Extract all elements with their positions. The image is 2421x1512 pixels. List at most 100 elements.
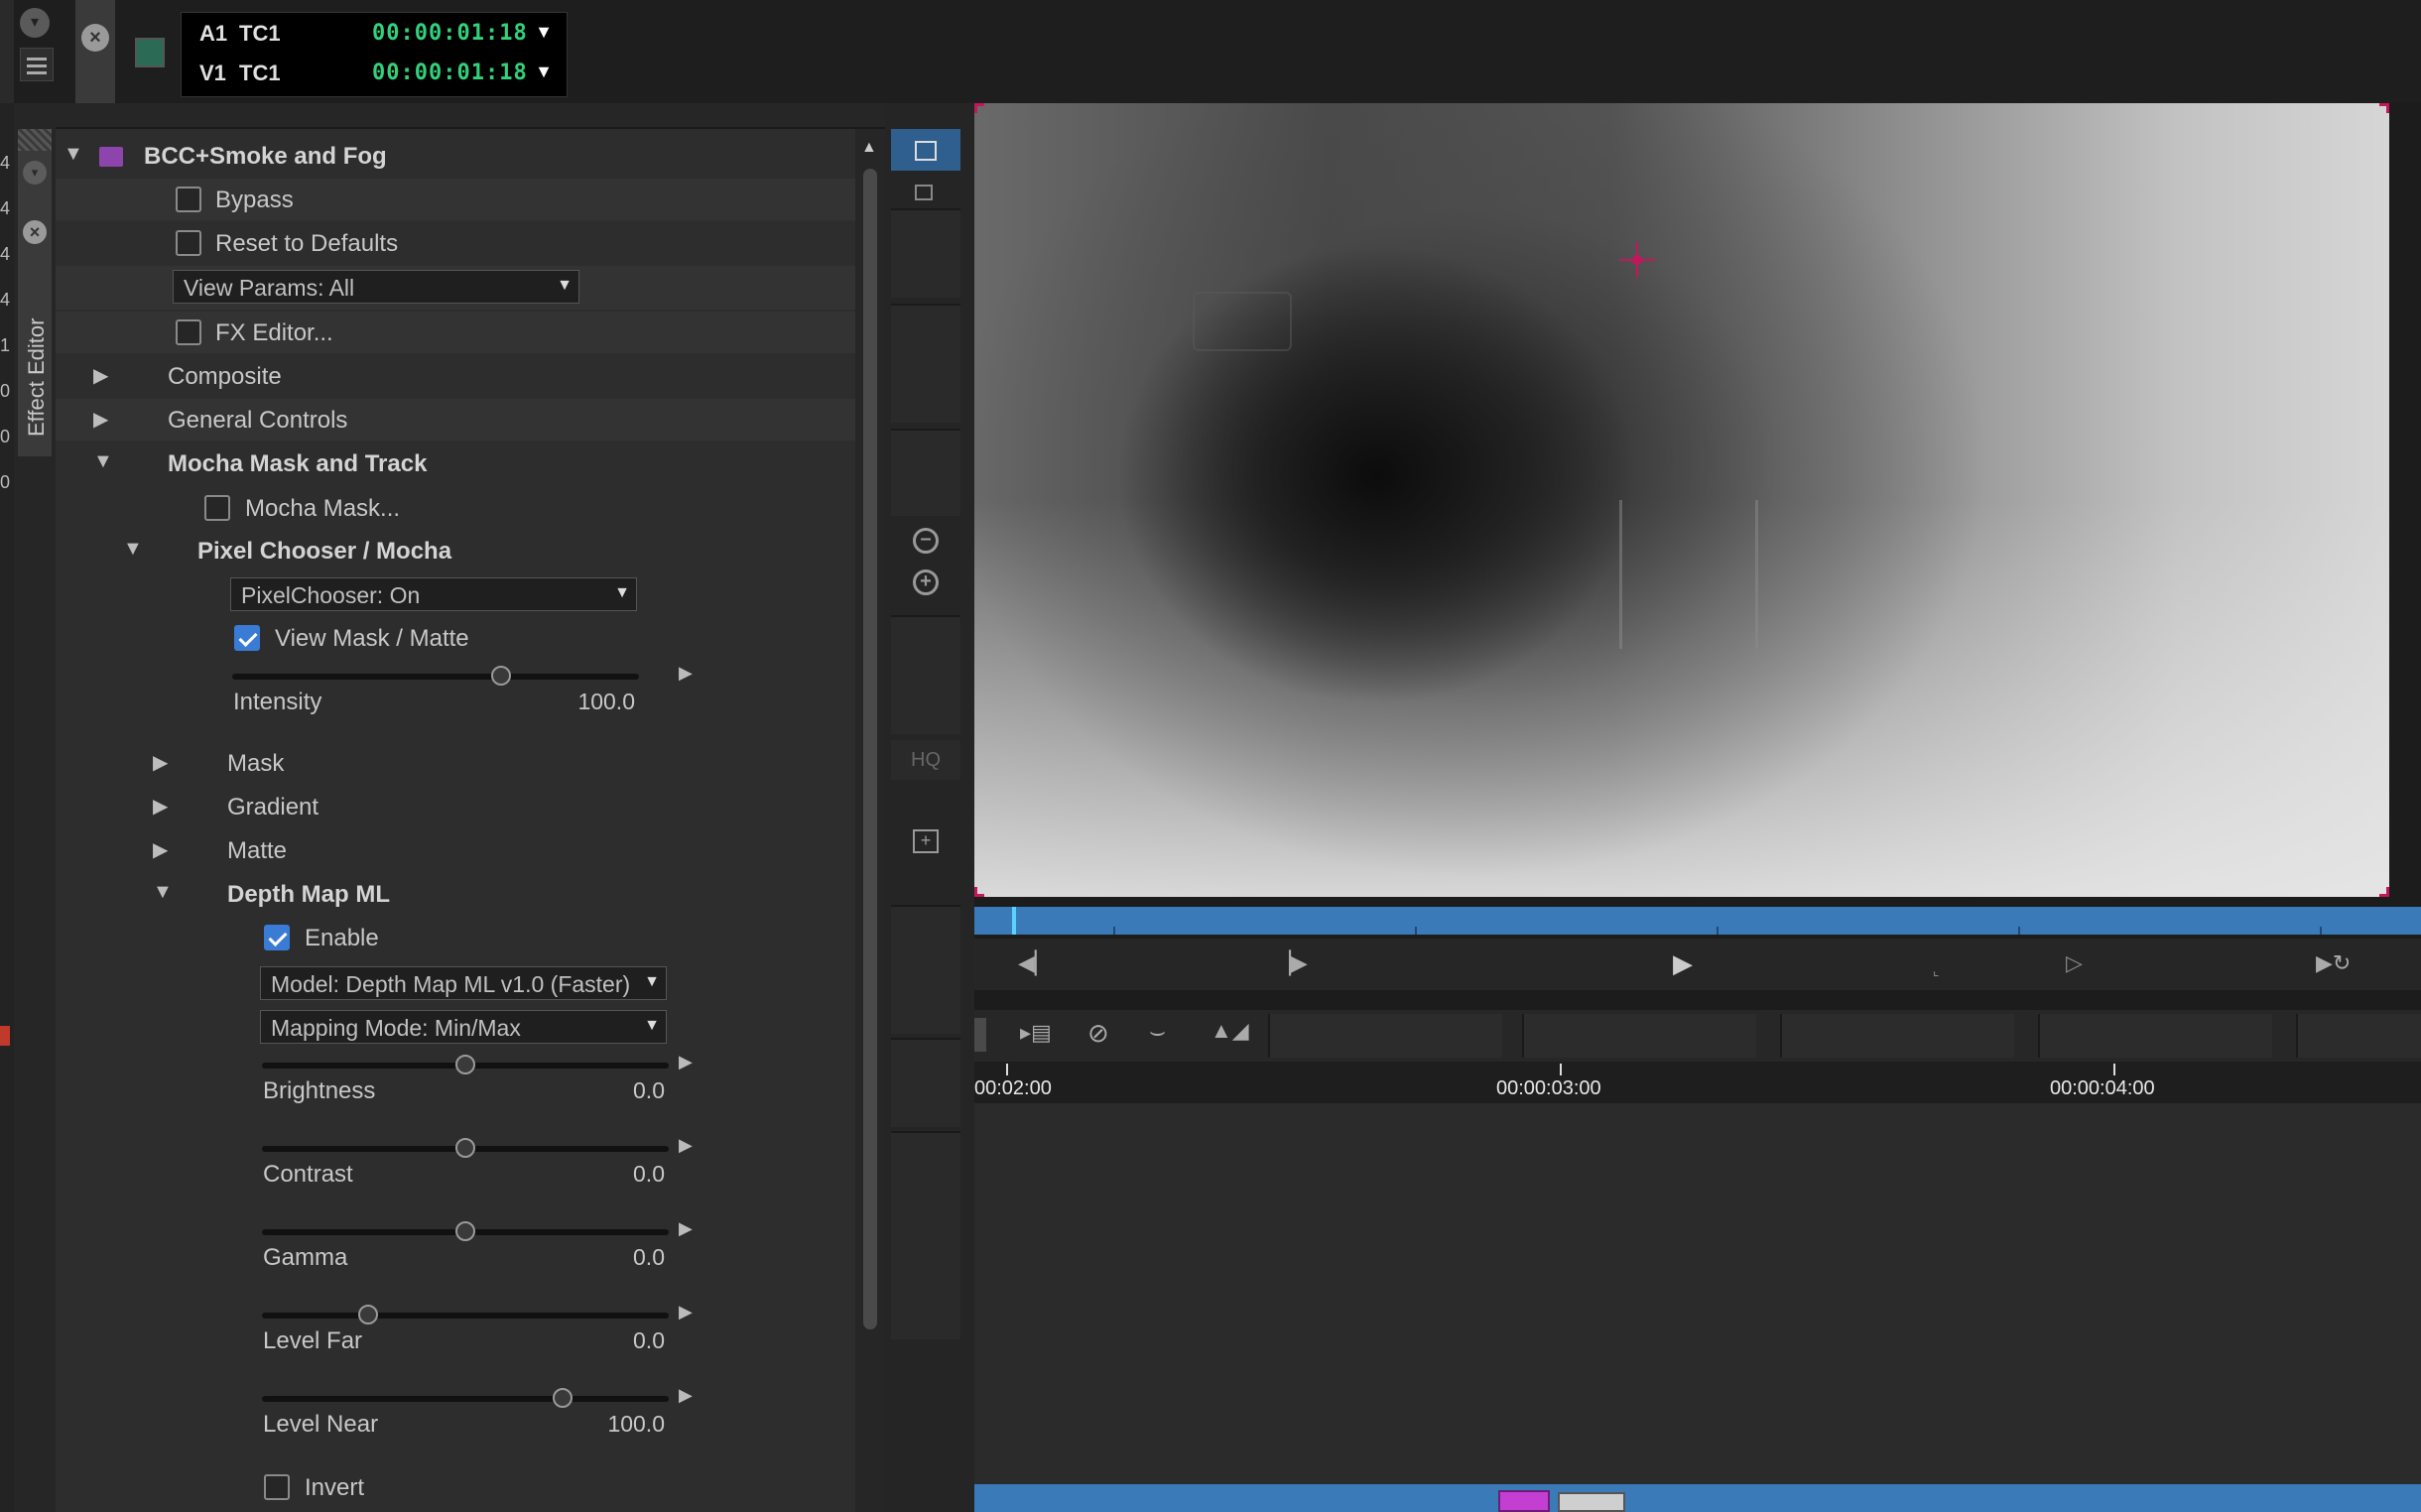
expand-triangle-icon[interactable]: ▶	[153, 794, 168, 819]
corner-handle[interactable]	[974, 887, 984, 897]
contrast-value[interactable]: 0.0	[546, 1161, 665, 1188]
brightness-value[interactable]: 0.0	[546, 1077, 665, 1104]
group-mocha-mask-track[interactable]: ▼ Mocha Mask and Track	[56, 442, 855, 484]
menu-icon[interactable]	[20, 48, 54, 81]
slider-knob[interactable]	[357, 1305, 378, 1324]
group-gradient[interactable]: ▶ Gradient	[56, 786, 855, 827]
slider-knob[interactable]	[490, 666, 511, 686]
curve-icon[interactable]: ⌣	[1149, 1016, 1166, 1048]
effect-header-row[interactable]: ▼ BCC+Smoke and Fog	[56, 137, 855, 177]
expand-triangle-icon[interactable]: ▼	[93, 450, 113, 473]
invert-checkbox[interactable]	[264, 1474, 290, 1500]
timeline-bottom-bar[interactable]	[974, 1484, 2421, 1512]
keyframe-arrow-icon[interactable]: ▶	[679, 1135, 693, 1156]
mocha-mask-checkbox[interactable]	[204, 495, 230, 521]
zoom-in-icon[interactable]: +	[913, 569, 939, 595]
brightness-slider[interactable]	[262, 1055, 669, 1074]
group-composite[interactable]: ▶ Composite	[56, 355, 855, 397]
mocha-mask-row[interactable]: Mocha Mask...	[56, 486, 855, 530]
overlay-toggle-icon[interactable]	[891, 129, 960, 171]
play-next-icon[interactable]: ▷	[2066, 950, 2083, 976]
intensity-value[interactable]: 100.0	[516, 689, 635, 715]
scrollbar-thumb[interactable]	[863, 169, 877, 1329]
slider-knob[interactable]	[455, 1055, 475, 1074]
intensity-slider[interactable]	[232, 666, 639, 686]
playhead[interactable]	[1012, 907, 1016, 935]
play-icon[interactable]: ▶	[1673, 948, 1693, 979]
corner-handle[interactable]	[2379, 103, 2389, 113]
slider-knob[interactable]	[455, 1221, 475, 1241]
slider-knob[interactable]	[553, 1388, 573, 1408]
level-near-slider[interactable]	[262, 1388, 669, 1408]
position-bar[interactable]	[974, 907, 2421, 935]
model-dropdown[interactable]: Model: Depth Map ML v1.0 (Faster) ▼	[260, 966, 667, 1000]
chevron-down-icon[interactable]: ▼	[535, 53, 553, 90]
chevron-down-icon[interactable]: ▼	[535, 13, 553, 51]
keyframe-arrow-icon[interactable]: ▶	[679, 1302, 693, 1323]
crosshair-icon[interactable]	[1619, 242, 1655, 278]
disable-icon[interactable]: ⊘	[1087, 1018, 1109, 1049]
loop-play-icon[interactable]: ▶↻	[2316, 950, 2351, 976]
group-depth-map-ml[interactable]: ▼ Depth Map ML	[56, 873, 855, 915]
video-viewer[interactable]	[974, 103, 2389, 897]
scroll-up-icon[interactable]: ▲	[861, 139, 877, 157]
monitor-icon[interactable]	[135, 38, 165, 67]
group-general-controls[interactable]: ▶ General Controls	[56, 399, 855, 441]
expand-triangle-icon[interactable]: ▶	[93, 407, 108, 432]
group-mask[interactable]: ▶ Mask	[56, 742, 855, 784]
timecode-display[interactable]: A1 TC1 00:00:01:18 ▼ V1 TC1 00:00:01:18 …	[181, 12, 568, 97]
close-icon[interactable]: ×	[81, 24, 109, 52]
timeline-ruler[interactable]: 00:02:00 00:00:03:00 00:00:04:00	[974, 1062, 2421, 1103]
group-matte[interactable]: ▶ Matte	[56, 829, 855, 871]
enable-checkbox[interactable]	[264, 925, 290, 950]
corner-handle[interactable]	[2379, 887, 2389, 897]
gamma-value[interactable]: 0.0	[546, 1244, 665, 1271]
expand-triangle-icon[interactable]: ▼	[64, 143, 83, 166]
corner-handle[interactable]	[974, 103, 984, 113]
expand-triangle-icon[interactable]: ▼	[153, 881, 173, 904]
contrast-slider[interactable]	[262, 1138, 669, 1158]
grip-handle[interactable]	[18, 129, 52, 151]
mapping-mode-dropdown[interactable]: Mapping Mode: Min/Max ▼	[260, 1010, 667, 1044]
expand-triangle-icon[interactable]: ▶	[153, 750, 168, 775]
mark-icon[interactable]: ⌞	[1933, 962, 1940, 979]
group-pixel-chooser[interactable]: ▼ Pixel Chooser / Mocha	[56, 530, 855, 571]
clip-marker[interactable]	[1498, 1490, 1550, 1512]
close-icon[interactable]: ×	[23, 220, 47, 244]
fx-editor-row[interactable]: FX Editor...	[56, 312, 855, 353]
reset-defaults-checkbox[interactable]	[176, 230, 201, 256]
expand-triangle-icon[interactable]: ▶	[153, 837, 168, 862]
panel-scrollbar[interactable]: ▲	[855, 129, 885, 1512]
slider-knob[interactable]	[455, 1138, 475, 1158]
keyframe-shape-icon[interactable]: ▲◢	[1210, 1018, 1249, 1044]
level-far-value[interactable]: 0.0	[546, 1327, 665, 1354]
level-far-slider[interactable]	[262, 1305, 669, 1324]
hq-button[interactable]: HQ	[891, 740, 960, 780]
zoom-out-icon[interactable]: –	[913, 528, 939, 554]
step-forward-icon[interactable]: ▕▶	[1274, 950, 1308, 976]
bypass-row[interactable]: Bypass	[56, 179, 855, 220]
view-params-dropdown[interactable]: View Params: All ▼	[173, 270, 579, 304]
step-back-icon[interactable]: ◀▏	[1018, 950, 1052, 976]
safe-area-icon[interactable]: +	[913, 829, 939, 853]
timeline-track-area[interactable]	[974, 1103, 2421, 1484]
effect-editor-tab[interactable]: ▾ × Effect Editor	[18, 129, 52, 456]
clip-marker[interactable]	[1558, 1492, 1625, 1512]
pixelchooser-dropdown[interactable]: PixelChooser: On ▼	[230, 577, 637, 611]
keyframe-arrow-icon[interactable]: ▶	[679, 1385, 693, 1406]
expand-triangle-icon[interactable]: ▶	[93, 363, 108, 388]
fx-editor-checkbox[interactable]	[176, 319, 201, 345]
dropdown-toggle-icon[interactable]: ▾	[20, 8, 50, 38]
bypass-checkbox[interactable]	[176, 187, 201, 212]
keyframe-arrow-icon[interactable]: ▶	[679, 663, 693, 684]
filmstrip-icon[interactable]: ▸▤	[1020, 1020, 1052, 1046]
keyframe-arrow-icon[interactable]: ▶	[679, 1218, 693, 1239]
level-near-value[interactable]: 100.0	[546, 1411, 665, 1438]
toolbar-grip[interactable]	[974, 1018, 986, 1052]
view-mask-checkbox[interactable]	[234, 625, 260, 651]
overlay-alt-icon[interactable]	[915, 185, 933, 200]
reset-row[interactable]: Reset to Defaults	[56, 222, 855, 264]
keyframe-arrow-icon[interactable]: ▶	[679, 1052, 693, 1072]
expand-triangle-icon[interactable]: ▼	[123, 538, 143, 561]
gamma-slider[interactable]	[262, 1221, 669, 1241]
